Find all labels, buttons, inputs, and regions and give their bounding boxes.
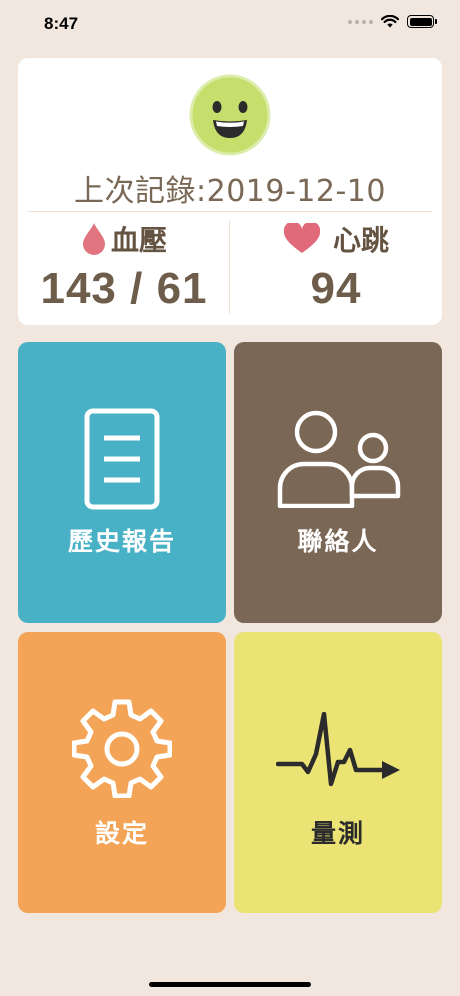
heartbeat-arrow-icon (276, 712, 400, 787)
blood-pressure-value: 143 / 61 (40, 264, 208, 313)
blood-drop-icon (82, 223, 105, 255)
measure-tile[interactable]: 量測 (234, 632, 442, 913)
wifi-icon (381, 15, 399, 28)
heart-rate-value: 94 (310, 264, 362, 313)
smiley-face-icon (189, 74, 271, 156)
signal-dots-icon (348, 19, 373, 24)
measure-label: 量測 (310, 819, 365, 848)
settings-label: 設定 (94, 819, 149, 848)
contacts-tile[interactable]: 聯絡人 (234, 342, 442, 623)
heart-rate-label: 心跳 (332, 224, 389, 257)
home-indicator[interactable] (149, 982, 311, 987)
people-icon (277, 410, 401, 508)
status-icons (348, 15, 437, 28)
settings-tile[interactable]: 設定 (18, 632, 226, 913)
document-icon (84, 408, 160, 510)
history-report-label: 歷史報告 (67, 527, 176, 556)
history-report-tile[interactable]: 歷史報告 (18, 342, 226, 623)
gear-icon (72, 699, 172, 798)
blood-pressure-panel: 血壓 143 / 61 (18, 218, 230, 314)
heart-icon (283, 223, 321, 253)
status-bar: 8:47 (0, 0, 460, 50)
last-record-date: 上次記錄:2019-12-10 (74, 174, 386, 209)
battery-icon (407, 15, 437, 28)
contacts-label: 聯絡人 (297, 527, 379, 556)
summary-card: 上次記錄:2019-12-10 血壓 143 / 61 心跳 94 (18, 58, 442, 325)
status-time: 8:47 (44, 14, 79, 33)
blood-pressure-label: 血壓 (110, 224, 167, 257)
heart-rate-panel: 心跳 94 (230, 218, 442, 314)
card-divider (28, 211, 432, 212)
